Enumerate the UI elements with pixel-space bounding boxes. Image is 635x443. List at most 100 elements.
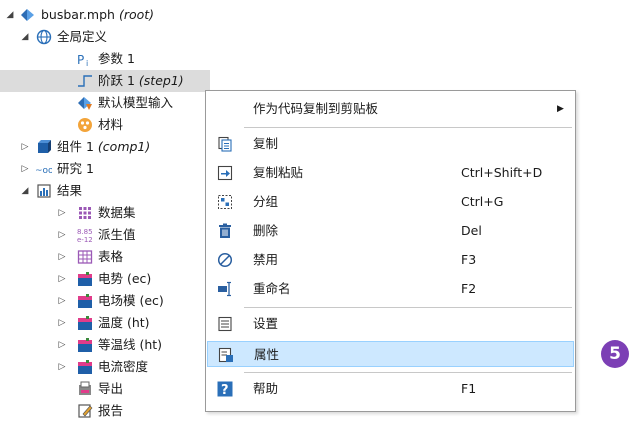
collapse-arrow-icon[interactable]: ◢ xyxy=(20,26,30,48)
tree-node-study[interactable]: ▷ ~oo 研究 1 xyxy=(0,158,205,180)
plot-group-icon xyxy=(78,272,92,286)
rename-shortcut: F2 xyxy=(461,281,477,296)
menu-item-rename[interactable]: 重命名 F2 xyxy=(207,276,574,302)
svg-text:~oo: ~oo xyxy=(36,166,52,176)
menu-item-copy[interactable]: 复制 xyxy=(207,131,574,157)
report-icon xyxy=(78,404,93,418)
duplicate-icon xyxy=(217,165,233,181)
model-root-icon xyxy=(21,9,34,21)
component-icon xyxy=(38,140,51,153)
duplicate-shortcut: Ctrl+Shift+D xyxy=(461,165,543,180)
menu-item-help[interactable]: ? 帮助 F1 xyxy=(207,376,574,402)
menu-separator xyxy=(244,127,572,128)
tree-node-results[interactable]: ◢ 结果 xyxy=(0,180,205,202)
delete-label: 删除 xyxy=(253,223,279,238)
export-label: 导出 xyxy=(98,381,124,396)
expand-arrow-icon[interactable]: ▷ xyxy=(20,158,30,180)
rename-label: 重命名 xyxy=(253,281,291,296)
tree-node-efield-plot[interactable]: ▷ 电场模 (ec) xyxy=(0,290,205,312)
tree-node-step[interactable]: 阶跃 1 (step1) xyxy=(0,70,210,92)
expand-arrow-icon[interactable]: ▷ xyxy=(57,356,67,378)
expand-arrow-icon[interactable]: ▷ xyxy=(57,334,67,356)
plot-group-icon xyxy=(78,316,92,330)
collapse-arrow-icon[interactable]: ◢ xyxy=(20,180,30,202)
parameter-icon: Pi xyxy=(77,53,88,67)
params-label: 参数 1 xyxy=(98,51,135,66)
tree-node-materials[interactable]: 材料 xyxy=(0,114,205,136)
export-icon xyxy=(79,381,91,395)
plot-group-icon xyxy=(78,294,92,308)
delete-shortcut: Del xyxy=(461,223,482,238)
svg-text:e-12: e-12 xyxy=(77,236,93,243)
default-input-label: 默认模型输入 xyxy=(98,95,174,110)
expand-arrow-icon[interactable]: ▷ xyxy=(57,246,67,268)
derived-label: 派生值 xyxy=(98,227,136,242)
submenu-arrow-icon: ▶ xyxy=(557,104,564,114)
step-function-icon xyxy=(78,75,92,87)
collapse-arrow-icon[interactable]: ◢ xyxy=(5,4,15,26)
help-icon: ? xyxy=(217,381,233,397)
model-input-icon xyxy=(78,97,92,110)
menu-item-settings[interactable]: 设置 xyxy=(207,311,574,337)
tree-node-temperature-plot[interactable]: ▷ 温度 (ht) xyxy=(0,312,205,334)
current-density-label: 电流密度 xyxy=(98,359,149,374)
expand-arrow-icon[interactable]: ▷ xyxy=(57,312,67,334)
settings-label: 设置 xyxy=(253,316,279,331)
global-defs-label: 全局定义 xyxy=(57,29,108,44)
help-shortcut: F1 xyxy=(461,381,477,396)
table-icon xyxy=(77,250,93,264)
rename-icon xyxy=(218,281,231,297)
menu-item-disable[interactable]: 禁用 F3 xyxy=(207,247,574,273)
step-label: 阶跃 1 xyxy=(98,73,135,88)
svg-text:i: i xyxy=(86,59,88,67)
isotherm-label: 等温线 (ht) xyxy=(98,337,163,352)
derived-values-icon: 8.85e-12 xyxy=(77,228,93,243)
expand-arrow-icon[interactable]: ▷ xyxy=(57,202,67,224)
help-label: 帮助 xyxy=(253,381,279,396)
tree-node-potential-plot[interactable]: ▷ 电势 (ec) xyxy=(0,268,205,290)
menu-item-group[interactable]: 分组 Ctrl+G xyxy=(207,189,574,215)
svg-text:P: P xyxy=(77,53,84,67)
tree-node-parameters[interactable]: Pi 参数 1 xyxy=(0,48,300,70)
copy-label: 复制 xyxy=(253,136,279,151)
tree-node-global-definitions[interactable]: ◢ 全局定义 xyxy=(0,26,300,48)
study-icon: ~oo xyxy=(36,166,52,176)
menu-item-delete[interactable]: 删除 Del xyxy=(207,218,574,244)
expand-arrow-icon[interactable]: ▷ xyxy=(57,268,67,290)
tree-node-tables[interactable]: ▷ 表格 xyxy=(0,246,205,268)
tree-node-reports[interactable]: 报告 xyxy=(0,400,205,422)
root-label: busbar.mph xyxy=(41,7,115,22)
expand-arrow-icon[interactable]: ▷ xyxy=(57,224,67,246)
materials-icon xyxy=(78,118,92,132)
group-label: 分组 xyxy=(253,194,279,209)
results-icon xyxy=(37,184,51,198)
expand-arrow-icon[interactable]: ▷ xyxy=(20,136,30,158)
tree-node-current-density-plot[interactable]: ▷ 电流密度 xyxy=(0,356,205,378)
tree-node-component[interactable]: ▷ 组件 1 (comp1) xyxy=(0,136,205,158)
tree-node-derived-values[interactable]: ▷ 8.85 e-12 派生值 xyxy=(0,224,205,246)
disable-shortcut: F3 xyxy=(461,252,477,267)
menu-separator xyxy=(244,372,572,373)
plot-group-icon xyxy=(78,338,92,352)
disable-icon xyxy=(217,252,233,268)
tree-node-isotherm-plot[interactable]: ▷ 等温线 (ht) xyxy=(0,334,205,356)
menu-item-duplicate[interactable]: 复制粘贴 Ctrl+Shift+D xyxy=(207,160,574,186)
materials-label: 材料 xyxy=(98,117,124,132)
tree-node-root[interactable]: ◢ busbar.mph (root) xyxy=(0,4,300,26)
svg-text:8.85: 8.85 xyxy=(77,228,93,236)
efield-label: 电场模 (ec) xyxy=(98,293,164,308)
tree-node-default-inputs[interactable]: 默认模型输入 xyxy=(0,92,205,114)
group-shortcut: Ctrl+G xyxy=(461,194,504,209)
menu-item-copy-as-code[interactable]: 作为代码复制到剪贴板 ▶ xyxy=(207,96,574,122)
step-number-badge: 5 xyxy=(601,340,629,368)
expand-arrow-icon[interactable]: ▷ xyxy=(57,290,67,312)
tree-node-export[interactable]: 导出 xyxy=(0,378,205,400)
tree-node-datasets[interactable]: ▷ 数据集 xyxy=(0,202,205,224)
context-menu: 作为代码复制到剪贴板 ▶ 复制 复制粘贴 Ctrl+Shift+D 分组 Ctr… xyxy=(205,90,576,412)
tables-label: 表格 xyxy=(98,249,124,264)
reports-label: 报告 xyxy=(98,403,124,418)
menu-item-properties[interactable]: 属性 xyxy=(207,341,574,367)
results-label: 结果 xyxy=(57,183,83,198)
menu-separator xyxy=(244,307,572,308)
datasets-label: 数据集 xyxy=(98,205,136,220)
